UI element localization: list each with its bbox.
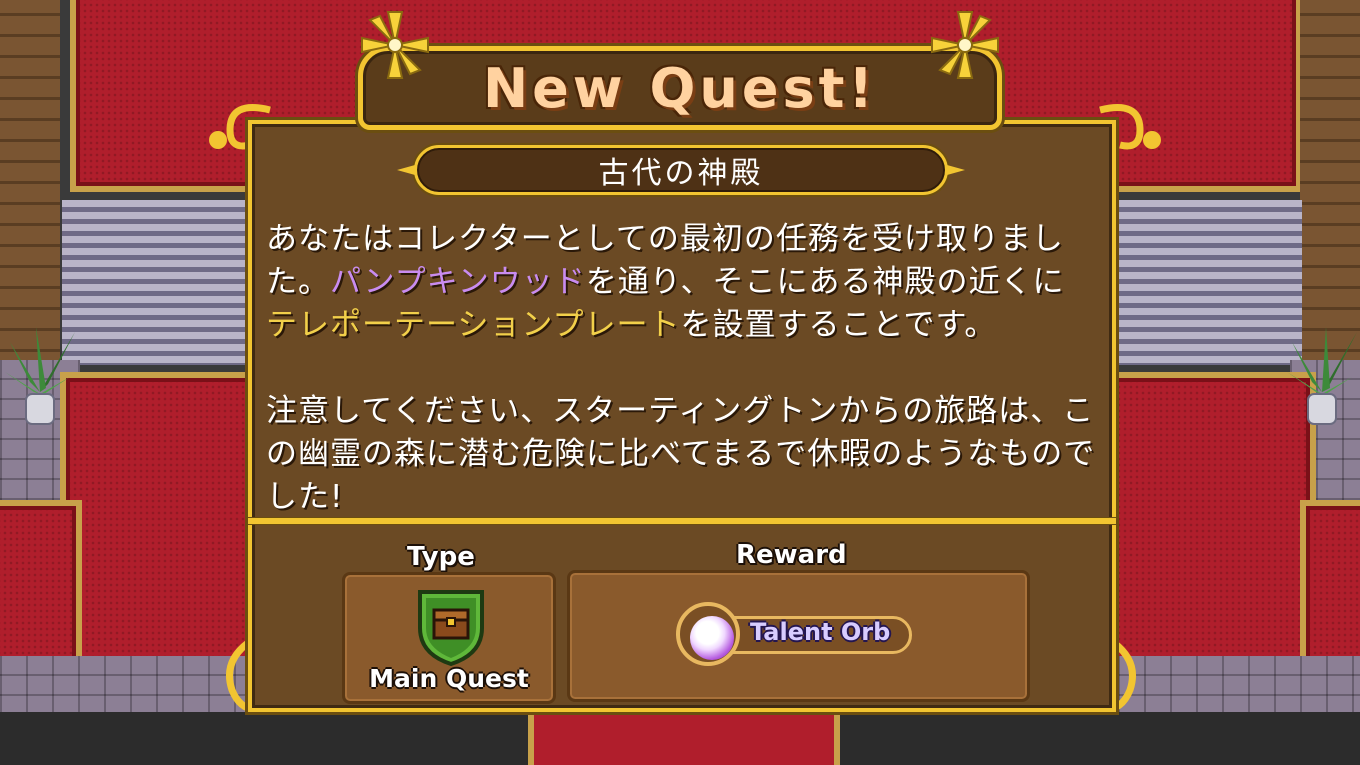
location-highlight: パンプキンウッド [330,264,586,300]
quest-type-value: Main Quest [369,664,529,693]
flower-ornament-right-icon [931,11,999,79]
quest-name: 古代の神殿 [598,156,764,191]
flower-ornament-left-icon [361,11,429,79]
reward-label: Reward [736,540,847,570]
description-paragraph-2: 注意してください、スターティングトンからの旅路は、この幽霊の森に潜む危険に比べて… [266,393,1096,515]
item-highlight: テレポーテーションプレート [266,307,681,343]
reward-item-name: Talent Orb [750,618,891,646]
description-text: を通り、そこにある神殿の近くに [585,264,1065,300]
talent-orb-icon [676,602,740,666]
orb-glow [690,616,734,660]
title-banner: New Quest! [358,46,1002,130]
description-paragraph-1: あなたはコレクターとしての最初の任務を受け取りました。パンプキンウッドを通り、そ… [266,218,1096,347]
quest-name-plate: 古代の神殿 [414,145,948,195]
treasure-chest-shield-icon [418,590,484,666]
new-quest-dialog: New Quest! 古代の神殿 あなたはコレクターとしての最初の任務を受け取り… [0,0,1360,765]
description-text: を設置することです。 [680,307,997,343]
type-label: Type [407,542,475,572]
dialog-title: New Quest! [482,56,878,120]
quest-description: あなたはコレクターとしての最初の任務を受け取りました。パンプキンウッドを通り、そ… [266,218,1096,562]
reward-item: Talent Orb [676,602,916,666]
